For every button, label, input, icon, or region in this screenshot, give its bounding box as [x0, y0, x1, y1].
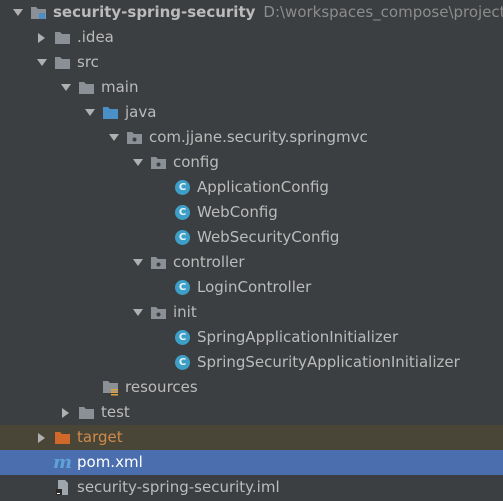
- java-class-icon: C: [174, 179, 191, 196]
- java-class-icon: C: [174, 229, 191, 246]
- tree-item-springsecinit[interactable]: C SpringSecurityApplicationInitializer: [0, 350, 503, 375]
- tree-item-websecconfig[interactable]: C WebSecurityConfig: [0, 225, 503, 250]
- collapse-arrow-icon[interactable]: [132, 157, 144, 169]
- tree-item-iml[interactable]: security-spring-security.iml: [0, 475, 503, 500]
- tree-item-label: .idea: [77, 28, 114, 46]
- tree-item-init[interactable]: init: [0, 300, 503, 325]
- package-icon: [150, 254, 167, 271]
- collapse-arrow-icon[interactable]: [60, 82, 72, 94]
- tree-item-label: config: [173, 153, 219, 171]
- tree-item-label: SpringSecurityApplicationInitializer: [197, 353, 460, 371]
- tree-item-label: src: [77, 53, 99, 71]
- tree-item-java[interactable]: java: [0, 100, 503, 125]
- expand-arrow-icon[interactable]: [36, 32, 48, 44]
- tree-item-webconfig[interactable]: C WebConfig: [0, 200, 503, 225]
- project-path: D:\workspaces_compose\projecto: [263, 3, 503, 21]
- tree-item-label: controller: [173, 253, 245, 271]
- maven-icon: m: [52, 452, 73, 473]
- iml-file-icon: [54, 479, 71, 496]
- tree-item-config[interactable]: config: [0, 150, 503, 175]
- tree-item-root[interactable]: security-spring-security D:\workspaces_co…: [0, 0, 503, 25]
- collapse-arrow-icon[interactable]: [132, 307, 144, 319]
- tree-item-label: target: [77, 428, 123, 446]
- tree-item-label: security-spring-security.iml: [77, 478, 280, 496]
- folder-icon: [54, 54, 71, 71]
- tree-item-target[interactable]: target: [0, 425, 503, 450]
- tree-item-pkg[interactable]: com.jjane.security.springmvc: [0, 125, 503, 150]
- project-tree: security-spring-security D:\workspaces_co…: [0, 0, 503, 501]
- java-class-icon: C: [174, 279, 191, 296]
- tree-item-controller[interactable]: controller: [0, 250, 503, 275]
- tree-item-pom[interactable]: m pom.xml: [0, 450, 503, 475]
- package-icon: [126, 129, 143, 146]
- tree-item-label: java: [125, 103, 157, 121]
- package-icon: [150, 304, 167, 321]
- java-class-icon: C: [174, 354, 191, 371]
- tree-item-idea[interactable]: .idea: [0, 25, 503, 50]
- java-class-icon: C: [174, 204, 191, 221]
- collapse-arrow-icon[interactable]: [132, 257, 144, 269]
- tree-item-label: WebConfig: [197, 203, 278, 221]
- tree-item-label: main: [101, 78, 139, 96]
- collapse-arrow-icon[interactable]: [84, 107, 96, 119]
- tree-item-label: ApplicationConfig: [197, 178, 329, 196]
- tree-item-resources[interactable]: resources: [0, 375, 503, 400]
- tree-item-label: pom.xml: [77, 453, 143, 471]
- folder-icon: [78, 79, 95, 96]
- tree-item-label: resources: [125, 378, 198, 396]
- folder-icon: [78, 404, 95, 421]
- tree-item-label: com.jjane.security.springmvc: [149, 128, 368, 146]
- tree-item-label: init: [173, 303, 197, 321]
- tree-item-main[interactable]: main: [0, 75, 503, 100]
- source-folder-icon: [102, 104, 119, 121]
- collapse-arrow-icon[interactable]: [12, 7, 24, 19]
- resources-folder-icon: [102, 379, 119, 396]
- expand-arrow-icon[interactable]: [60, 407, 72, 419]
- tree-item-label: test: [101, 403, 130, 421]
- tree-item-label: security-spring-security: [53, 3, 256, 21]
- tree-item-logincontroller[interactable]: C LoginController: [0, 275, 503, 300]
- folder-icon: [54, 29, 71, 46]
- tree-item-label: WebSecurityConfig: [197, 228, 340, 246]
- tree-item-test[interactable]: test: [0, 400, 503, 425]
- expand-arrow-icon[interactable]: [36, 432, 48, 444]
- tree-item-src[interactable]: src: [0, 50, 503, 75]
- collapse-arrow-icon[interactable]: [36, 57, 48, 69]
- tree-item-label: LoginController: [197, 278, 312, 296]
- tree-item-springappinit[interactable]: C SpringApplicationInitializer: [0, 325, 503, 350]
- excluded-folder-icon: [54, 429, 71, 446]
- module-folder-icon: [30, 4, 47, 21]
- tree-item-label: SpringApplicationInitializer: [197, 328, 399, 346]
- package-icon: [150, 154, 167, 171]
- collapse-arrow-icon[interactable]: [108, 132, 120, 144]
- java-class-icon: C: [174, 329, 191, 346]
- tree-item-appconfig[interactable]: C ApplicationConfig: [0, 175, 503, 200]
